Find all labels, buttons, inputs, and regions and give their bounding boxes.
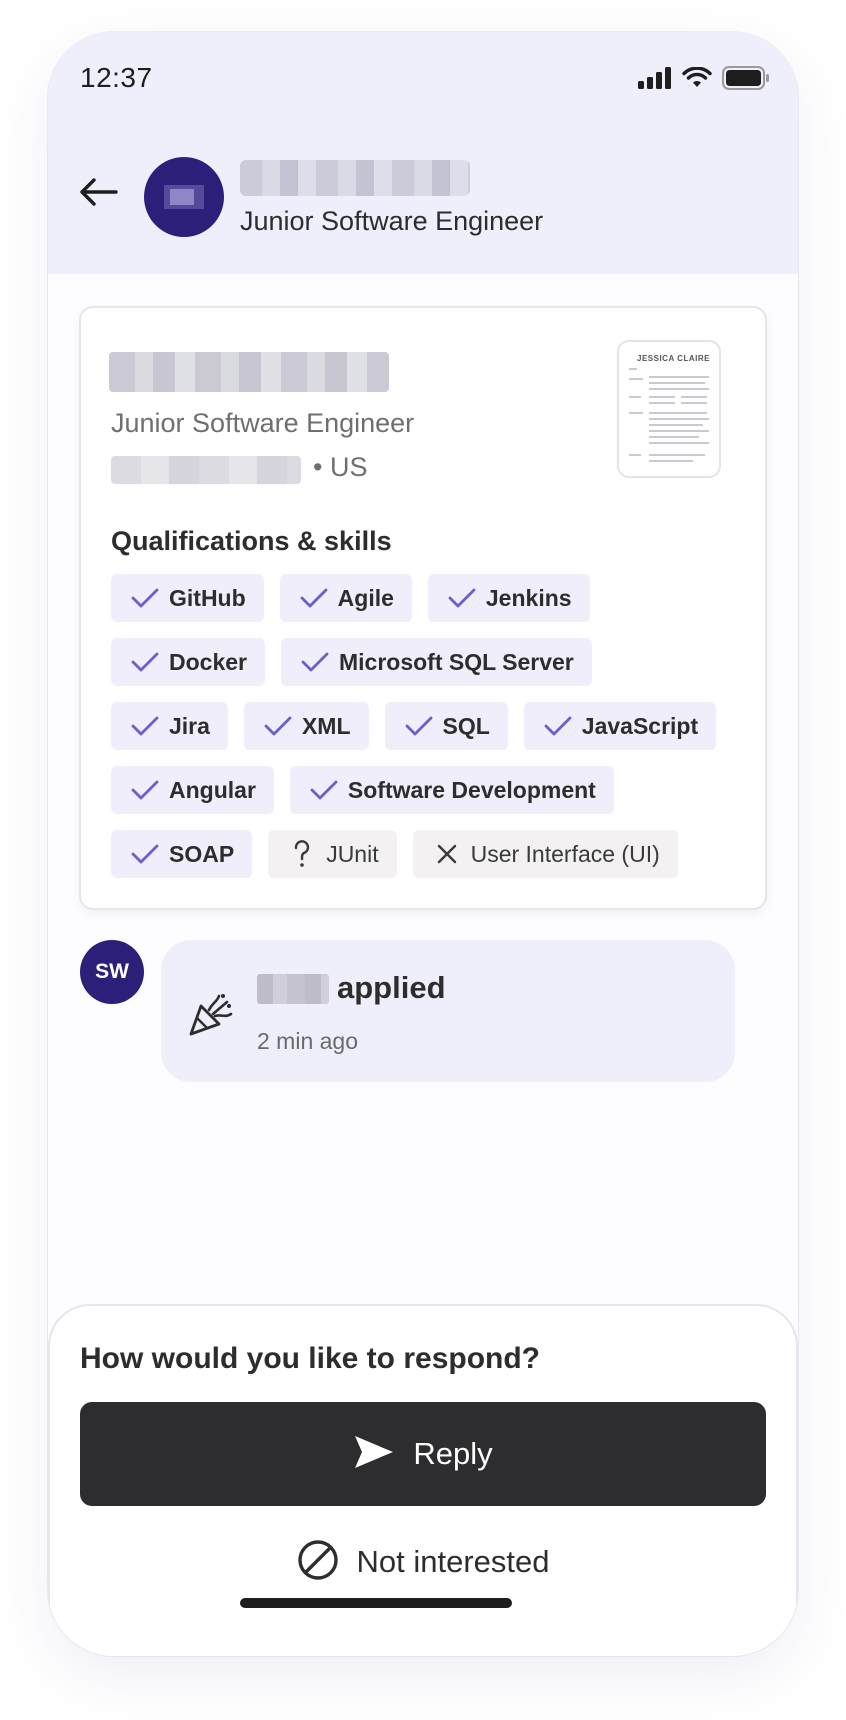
checkmark-icon xyxy=(446,582,478,614)
question-mark-icon xyxy=(286,838,318,870)
reply-button[interactable]: Reply xyxy=(80,1402,766,1506)
wifi-icon xyxy=(682,66,712,94)
skill-label: Jira xyxy=(169,712,210,739)
skill-label: XML xyxy=(301,712,351,739)
activity-action: applied xyxy=(337,970,446,1005)
skill-label: Software Development xyxy=(347,776,596,803)
skill-chip[interactable]: Agile xyxy=(279,574,412,622)
battery-icon xyxy=(722,66,770,95)
send-icon xyxy=(353,1434,395,1475)
skill-chip[interactable]: Microsoft SQL Server xyxy=(280,638,592,686)
checkmark-icon xyxy=(308,774,340,806)
skill-chip[interactable]: Software Development xyxy=(289,766,614,814)
skill-label: Jenkins xyxy=(485,584,572,611)
skill-label: JUnit xyxy=(326,840,379,867)
skill-chip[interactable]: Jira xyxy=(111,702,228,750)
status-icons xyxy=(638,66,770,95)
checkmark-icon xyxy=(299,646,331,678)
candidate-avatar xyxy=(144,157,224,237)
skill-label: SQL xyxy=(442,712,490,739)
qualifications-heading: Qualifications & skills xyxy=(111,526,392,556)
reply-label: Reply xyxy=(413,1436,493,1471)
skill-chip[interactable]: GitHub xyxy=(111,574,264,622)
skill-chip[interactable]: User Interface (UI) xyxy=(412,830,678,878)
card-name-redacted xyxy=(109,352,389,392)
skill-chip[interactable]: JUnit xyxy=(268,830,397,878)
skill-label: User Interface (UI) xyxy=(470,840,660,867)
skill-chip[interactable]: JavaScript xyxy=(523,702,717,750)
skill-label: JavaScript xyxy=(581,712,699,739)
activity-timestamp: 2 min ago xyxy=(257,1028,359,1054)
skill-chip[interactable]: SOAP xyxy=(111,830,253,878)
skills-chip-row: Jira XML SQL JavaScript xyxy=(111,702,751,750)
not-interested-button[interactable]: Not interested xyxy=(80,1522,766,1602)
checkmark-icon xyxy=(403,710,435,742)
skill-label: Microsoft SQL Server xyxy=(338,648,574,675)
skill-label: SOAP xyxy=(169,840,235,867)
skill-chip[interactable]: Angular xyxy=(111,766,274,814)
skill-label: Agile xyxy=(337,584,394,611)
not-interested-label: Not interested xyxy=(356,1544,550,1579)
recruiter-avatar: SW xyxy=(80,940,144,1004)
signal-icon xyxy=(638,67,672,94)
skill-chip[interactable]: XML xyxy=(243,702,369,750)
checkmark-icon xyxy=(542,710,574,742)
skills-chip-row: GitHub Agile Jenkins xyxy=(111,574,751,622)
x-mark-icon xyxy=(431,838,463,870)
skill-chip[interactable]: Docker xyxy=(111,638,265,686)
home-indicator[interactable] xyxy=(240,1598,512,1608)
checkmark-icon xyxy=(129,774,161,806)
checkmark-icon xyxy=(262,710,294,742)
candidate-name-redacted xyxy=(240,160,470,196)
skill-label: Docker xyxy=(169,648,247,675)
phone-screen: 12:37 Junior Software Engineer Junior So… xyxy=(48,32,798,1656)
skills-chip-list: GitHub Agile Jenkins Docker Microsoft SQL Se… xyxy=(111,574,751,894)
status-time: 12:37 xyxy=(80,62,153,93)
skill-chip[interactable]: SQL xyxy=(384,702,508,750)
card-job-title: Junior Software Engineer xyxy=(111,408,415,438)
card-location-country: • US xyxy=(313,452,368,482)
response-question: How would you like to respond? xyxy=(80,1342,541,1375)
skill-chip[interactable]: Jenkins xyxy=(427,574,590,622)
skill-label: GitHub xyxy=(169,584,246,611)
card-location-redacted xyxy=(111,456,301,484)
skills-chip-row: SOAP JUnit User Interface (UI) xyxy=(111,830,751,878)
party-popper-icon xyxy=(187,992,233,1038)
checkmark-icon xyxy=(129,582,161,614)
checkmark-icon xyxy=(129,710,161,742)
resume-name: JESSICA CLAIRE xyxy=(637,354,710,363)
candidate-card[interactable]: Junior Software Engineer • US JESSICA CL… xyxy=(79,306,767,910)
applicant-name-redacted xyxy=(257,974,329,1004)
back-button[interactable] xyxy=(76,172,120,216)
header-job-title: Junior Software Engineer xyxy=(240,206,544,236)
prohibited-icon xyxy=(297,1539,339,1586)
checkmark-icon xyxy=(129,646,161,678)
header-area: 12:37 Junior Software Engineer xyxy=(48,32,798,274)
activity-bubble: applied 2 min ago xyxy=(161,940,735,1082)
skills-chip-row: Angular Software Development xyxy=(111,766,751,814)
checkmark-icon xyxy=(298,582,330,614)
checkmark-icon xyxy=(129,838,161,870)
arrow-left-icon xyxy=(78,177,118,212)
skills-chip-row: Docker Microsoft SQL Server xyxy=(111,638,751,686)
skill-label: Angular xyxy=(169,776,256,803)
resume-thumbnail[interactable]: JESSICA CLAIRE xyxy=(617,340,721,478)
